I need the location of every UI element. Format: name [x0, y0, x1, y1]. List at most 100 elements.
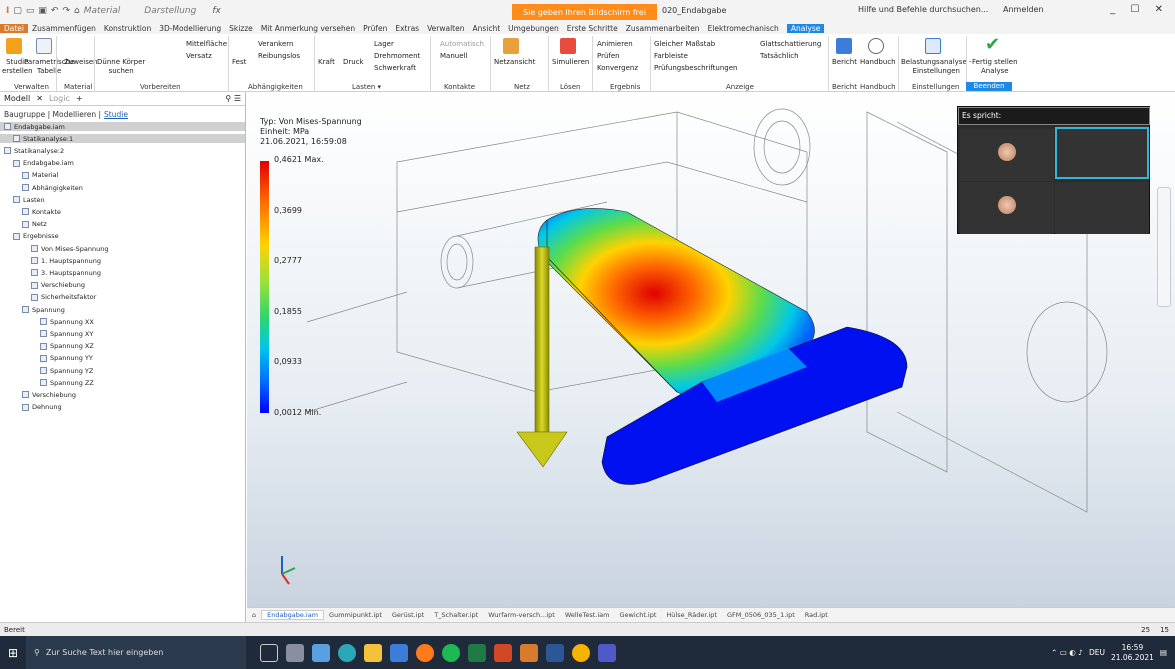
- group-lasten[interactable]: Lasten ▾: [352, 83, 381, 91]
- tree-item[interactable]: Material: [0, 171, 245, 180]
- doc-tab[interactable]: Wurfarm-versch...ipt: [483, 611, 560, 619]
- schwerkraft-button[interactable]: Schwerkraft: [374, 64, 416, 73]
- tab-zusammenfuegen[interactable]: Zusammenfügen: [28, 24, 100, 33]
- gleicher-massstab-button[interactable]: Gleicher Maßstab: [654, 40, 715, 49]
- save-icon[interactable]: ▣: [38, 6, 47, 16]
- tab-pruefen[interactable]: Prüfen: [359, 24, 391, 33]
- open-icon[interactable]: ▭: [26, 6, 35, 16]
- tree-item[interactable]: Verschiebung: [0, 390, 245, 399]
- tree-item[interactable]: Endabgabe.iam: [0, 122, 245, 131]
- doc-tab[interactable]: Gerüst.ipt: [387, 611, 429, 619]
- fertig-stellen-button[interactable]: Fertig stellen Analyse: [972, 58, 1018, 76]
- tree-item[interactable]: Statikanalyse:2: [0, 146, 245, 155]
- fx-icon[interactable]: fx: [212, 6, 221, 16]
- tree-item[interactable]: Spannung YZ: [0, 366, 245, 375]
- tree-item[interactable]: Lasten: [0, 195, 245, 204]
- pruefen-button[interactable]: Prüfen: [597, 52, 620, 61]
- tab-extras[interactable]: Extras: [391, 24, 423, 33]
- duenne-koerper-button[interactable]: Dünne Körper suchen: [97, 58, 145, 76]
- handbuch-button[interactable]: Handbuch: [860, 58, 896, 67]
- mail-icon[interactable]: [390, 643, 408, 662]
- tray-icons[interactable]: ⌃ ▭ ◐ ♪: [1051, 648, 1083, 657]
- doc-tab[interactable]: Gummipunkt.ipt: [324, 611, 387, 619]
- lager-button[interactable]: Lager: [374, 40, 394, 49]
- tree-item[interactable]: Spannung YY: [0, 354, 245, 363]
- store-icon[interactable]: [312, 643, 330, 662]
- edge-icon[interactable]: [338, 643, 356, 662]
- video-tile-active[interactable]: [1055, 127, 1149, 179]
- notification-icon[interactable]: ▤: [1160, 648, 1167, 657]
- word-icon[interactable]: [546, 643, 564, 662]
- tab-erste-schritte[interactable]: Erste Schritte: [563, 24, 622, 33]
- tab-analyse[interactable]: Analyse: [786, 23, 825, 33]
- tree-item[interactable]: Spannung XY: [0, 329, 245, 338]
- navigation-bar[interactable]: [1157, 187, 1171, 307]
- konvergenz-button[interactable]: Konvergenz: [597, 64, 638, 73]
- pruefungsbeschriftungen-button[interactable]: Prüfungsbeschriftungen: [654, 64, 738, 73]
- video-conference-panel[interactable]: Es spricht:: [957, 106, 1150, 234]
- firefox-icon[interactable]: [416, 643, 434, 662]
- belastung-einstellungen-button[interactable]: Belastungsanalyse - Einstellungen: [901, 58, 972, 76]
- tree-item[interactable]: Von Mises-Spannung: [0, 244, 245, 253]
- simulieren-button[interactable]: Simulieren: [552, 58, 589, 67]
- tab-umgebungen[interactable]: Umgebungen: [504, 24, 563, 33]
- zuweisen-button[interactable]: Zuweisen: [64, 58, 98, 67]
- farbleiste-button[interactable]: Farbleiste: [654, 52, 688, 61]
- video-tile[interactable]: [960, 182, 1054, 234]
- druck-button[interactable]: Druck: [343, 58, 364, 67]
- doc-tab[interactable]: WelleTest.iam: [560, 611, 615, 619]
- bericht-button[interactable]: Bericht: [832, 58, 857, 67]
- redo-icon[interactable]: ↷: [62, 6, 70, 16]
- video-tile[interactable]: [1055, 182, 1149, 234]
- inventor-icon[interactable]: [520, 643, 538, 662]
- mittelflaeche-button[interactable]: Mittelfläche: [186, 40, 227, 49]
- tree-item[interactable]: Netz: [0, 220, 245, 229]
- tree-item[interactable]: Spannung ZZ: [0, 378, 245, 387]
- tree-item[interactable]: Verschiebung: [0, 281, 245, 290]
- language-indicator[interactable]: DEU: [1089, 648, 1105, 657]
- widgets-icon[interactable]: [286, 643, 304, 662]
- fest-button[interactable]: Fest: [232, 58, 246, 67]
- home-icon[interactable]: ⌂: [74, 6, 80, 16]
- doc-tab-active[interactable]: Endabgabe.iam: [261, 610, 325, 620]
- versatz-button[interactable]: Versatz: [186, 52, 212, 61]
- doc-tab[interactable]: Hülse_Räder.ipt: [661, 611, 722, 619]
- tab-verwalten[interactable]: Verwalten: [423, 24, 468, 33]
- explorer-icon[interactable]: [364, 643, 382, 662]
- taskbar-search[interactable]: ⚲ Zur Suche Text hier eingeben: [26, 636, 246, 669]
- excel-icon[interactable]: [468, 643, 486, 662]
- tree-item[interactable]: 1. Hauptspannung: [0, 256, 245, 265]
- windows-start-icon[interactable]: ⊞: [0, 636, 26, 669]
- doc-tab[interactable]: Gewicht.ipt: [614, 611, 661, 619]
- tab-skizze[interactable]: Skizze: [225, 24, 257, 33]
- tree-item[interactable]: Statikanalyse:1: [0, 134, 245, 144]
- tab-modell[interactable]: Modell: [4, 94, 30, 103]
- tree-item[interactable]: 3. Hauptspannung: [0, 268, 245, 277]
- tree-item[interactable]: Dehnung: [0, 403, 245, 412]
- screen-share-banner[interactable]: Sie geben Ihren Bildschirm frei: [512, 4, 657, 20]
- tab-datei[interactable]: Datei: [0, 23, 29, 33]
- teams-icon[interactable]: [598, 643, 616, 662]
- tab-ansicht[interactable]: Ansicht: [468, 24, 504, 33]
- tree-item[interactable]: Spannung XX: [0, 317, 245, 326]
- mode-tabs-inactive[interactable]: Baugruppe | Modellieren |: [4, 110, 101, 119]
- add-tab-button[interactable]: +: [76, 94, 83, 103]
- help-search-input[interactable]: Hilfe und Befehle durchsuchen...: [858, 5, 988, 14]
- tab-logic[interactable]: Logic: [49, 94, 70, 103]
- close-icon[interactable]: ✕: [36, 94, 43, 103]
- darstellung-dropdown[interactable]: Darstellung: [144, 6, 196, 16]
- verankern-button[interactable]: Verankern: [258, 40, 293, 49]
- window-controls[interactable]: _ ☐ ✕: [1110, 4, 1169, 15]
- undo-icon[interactable]: ↶: [51, 6, 59, 16]
- material-dropdown[interactable]: Material: [84, 6, 121, 16]
- new-icon[interactable]: ▢: [13, 6, 22, 16]
- video-tile[interactable]: [960, 129, 1054, 181]
- kraft-button[interactable]: Kraft: [318, 58, 335, 67]
- tree-item[interactable]: Spannung: [0, 305, 245, 314]
- task-view-icon[interactable]: [260, 643, 278, 662]
- doc-tab[interactable]: GFM_0506_035_1.ipt: [722, 611, 800, 619]
- tree-item[interactable]: Abhängigkeiten: [0, 183, 245, 192]
- drehmoment-button[interactable]: Drehmoment: [374, 52, 420, 61]
- tree-item[interactable]: Endabgabe.iam: [0, 159, 245, 168]
- doc-tab[interactable]: T_Schalter.ipt: [429, 611, 483, 619]
